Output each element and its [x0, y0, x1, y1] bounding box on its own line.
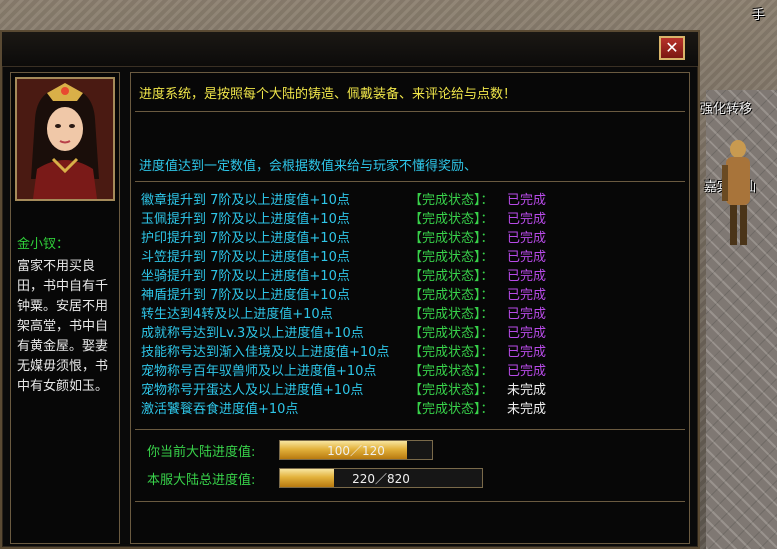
- task-name: 坐骑提升到 7阶及以上进度值+10点: [141, 269, 350, 284]
- task-status-value: 未完成: [507, 402, 547, 417]
- task-row: 成就称号达到Lv.3及以上进度值+10点 【完成状态】： 已完成: [141, 322, 681, 341]
- task-name: 技能称号达到渐入佳境及以上进度值+10点: [141, 345, 390, 360]
- task-status-label: 【完成状态】：: [409, 250, 494, 265]
- task-status-label: 【完成状态】：: [409, 269, 494, 284]
- task-status-label: 【完成状态】：: [409, 345, 494, 360]
- task-row: 转生达到4转及以上进度值+10点 【完成状态】： 已完成: [141, 303, 681, 322]
- task-status-value: 已完成: [507, 364, 547, 379]
- subtitle-text: 进度值达到一定数值，会根据数值来给与玩家不懂得奖励、: [139, 159, 478, 174]
- intro-text: 进度系统，是按照每个大陆的铸造、佩戴装备、来评论给与点数！: [139, 87, 517, 102]
- task-name: 神盾提升到 7阶及以上进度值+10点: [141, 288, 350, 303]
- npc-name: 金小钗：: [17, 237, 70, 252]
- npc-portrait: [15, 77, 115, 201]
- total-progress-value: 220／820: [352, 472, 410, 486]
- task-row: 玉佩提升到 7阶及以上进度值+10点 【完成状态】： 已完成: [141, 208, 681, 227]
- task-name: 玉佩提升到 7阶及以上进度值+10点: [141, 212, 350, 227]
- task-status-value: 已完成: [507, 212, 547, 227]
- divider: [135, 501, 685, 502]
- task-row: 护印提升到 7阶及以上进度值+10点 【完成状态】： 已完成: [141, 227, 681, 246]
- current-progress-value: 100／120: [327, 444, 385, 458]
- task-name: 转生达到4转及以上进度值+10点: [141, 307, 333, 322]
- task-status-label: 【完成状态】：: [409, 383, 494, 398]
- task-status-value: 已完成: [507, 326, 547, 341]
- task-status-value: 已完成: [507, 193, 547, 208]
- task-status-value: 已完成: [507, 269, 547, 284]
- total-progress-label: 本服大陆总进度值:: [147, 473, 256, 488]
- close-icon[interactable]: ✕: [659, 36, 685, 60]
- total-progress-bar: 220／820: [279, 468, 483, 488]
- task-name: 宠物称号开蛋达人及以上进度值+10点: [141, 383, 364, 398]
- current-progress-label: 你当前大陆进度值:: [147, 445, 256, 460]
- task-row: 技能称号达到渐入佳境及以上进度值+10点 【完成状态】： 已完成: [141, 341, 681, 360]
- task-status-label: 【完成状态】：: [409, 288, 494, 303]
- task-status-value: 已完成: [507, 307, 547, 322]
- task-row: 激活饕餮吞食进度值+10点 【完成状态】： 未完成: [141, 398, 681, 417]
- npc-description: 富家不用买良田，书中自有千钟粟。安居不用架高堂，书中自有黄金屋。娶妻无媒毋须恨，…: [17, 259, 109, 394]
- task-name: 激活饕餮吞食进度值+10点: [141, 402, 299, 417]
- progress-system-window: ✕ 金小钗： 富家不用买良田，书中自有千钟粟。安居不用架高堂，书中自有黄金屋。娶…: [0, 30, 700, 549]
- task-name: 宠物称号百年驭兽师及以上进度值+10点: [141, 364, 377, 379]
- task-row: 宠物称号百年驭兽师及以上进度值+10点 【完成状态】： 已完成: [141, 360, 681, 379]
- progress-content-panel: 进度系统，是按照每个大陆的铸造、佩戴装备、来评论给与点数！ 进度值达到一定数值，…: [130, 72, 690, 544]
- task-name: 护印提升到 7阶及以上进度值+10点: [141, 231, 350, 246]
- task-status-label: 【完成状态】：: [409, 402, 494, 417]
- world-npc-figure[interactable]: [716, 135, 756, 255]
- task-status-label: 【完成状态】：: [409, 307, 494, 322]
- world-npc-label-enhance[interactable]: 强化转移: [700, 98, 752, 117]
- task-name: 成就称号达到Lv.3及以上进度值+10点: [141, 326, 364, 341]
- task-status-label: 【完成状态】：: [409, 193, 494, 208]
- task-status-value: 已完成: [507, 288, 547, 303]
- divider: [135, 181, 685, 182]
- task-status-value: 已完成: [507, 250, 547, 265]
- npc-info-panel: 金小钗： 富家不用买良田，书中自有千钟粟。安居不用架高堂，书中自有黄金屋。娶妻无…: [10, 72, 120, 544]
- task-row: 斗笠提升到 7阶及以上进度值+10点 【完成状态】： 已完成: [141, 246, 681, 265]
- task-row: 神盾提升到 7阶及以上进度值+10点 【完成状态】： 已完成: [141, 284, 681, 303]
- world-npc-label-top: 手: [752, 8, 766, 23]
- task-status-value: 已完成: [507, 231, 547, 246]
- task-name: 徽章提升到 7阶及以上进度值+10点: [141, 193, 350, 208]
- task-status-label: 【完成状态】：: [409, 231, 494, 246]
- task-row: 宠物称号开蛋达人及以上进度值+10点 【完成状态】： 未完成: [141, 379, 681, 398]
- task-row: 徽章提升到 7阶及以上进度值+10点 【完成状态】： 已完成: [141, 189, 681, 208]
- current-progress-bar: 100／120: [279, 440, 433, 460]
- window-titlebar[interactable]: [2, 32, 698, 67]
- task-status-label: 【完成状态】：: [409, 326, 494, 341]
- task-name: 斗笠提升到 7阶及以上进度值+10点: [141, 250, 350, 265]
- task-row: 坐骑提升到 7阶及以上进度值+10点 【完成状态】： 已完成: [141, 265, 681, 284]
- divider: [135, 429, 685, 430]
- task-status-label: 【完成状态】：: [409, 212, 494, 227]
- divider: [135, 111, 685, 112]
- task-status-value: 未完成: [507, 383, 547, 398]
- task-status-value: 已完成: [507, 345, 547, 360]
- task-status-label: 【完成状态】：: [409, 364, 494, 379]
- npc-portrait-image: [17, 79, 113, 199]
